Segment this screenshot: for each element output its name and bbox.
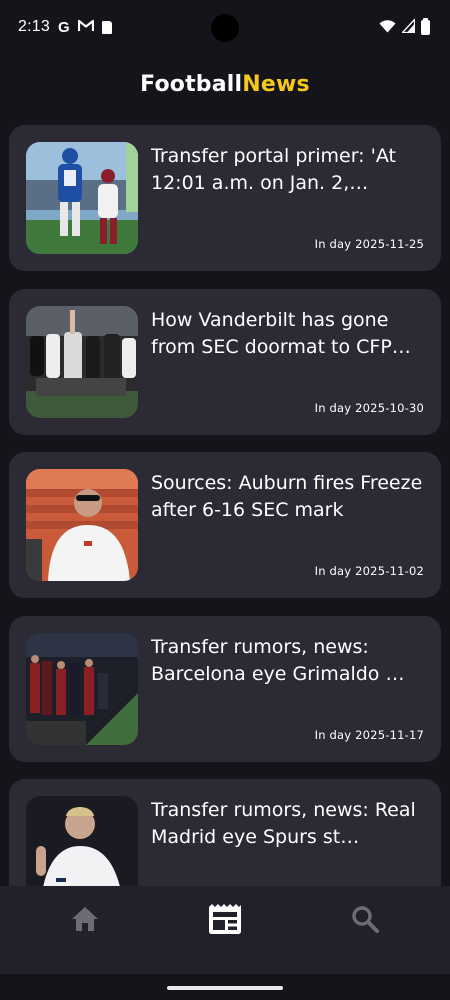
news-thumbnail <box>26 306 138 418</box>
nav-news-button[interactable] <box>150 886 300 956</box>
nav-search-button[interactable] <box>290 886 440 956</box>
news-card[interactable]: Transfer portal primer: 'At 12:01 a.m. o… <box>9 125 441 271</box>
news-title: Sources: Auburn fires Freeze after 6-16 … <box>151 472 423 521</box>
news-list[interactable]: Transfer portal primer: 'At 12:01 a.m. o… <box>9 125 441 886</box>
battery-icon <box>421 18 430 35</box>
search-icon <box>351 905 379 937</box>
wifi-icon <box>379 18 396 37</box>
news-title: Transfer rumors, news: Barcelona eye Gri… <box>151 636 405 685</box>
sd-card-icon <box>101 20 112 34</box>
app-title: FootballNews <box>0 72 450 97</box>
status-bar: 2:13 G <box>0 0 450 56</box>
nav-home-button[interactable] <box>10 886 160 956</box>
news-title: How Vanderbilt has gone from SEC doormat… <box>151 309 411 358</box>
news-card[interactable]: How Vanderbilt has gone from SEC doormat… <box>9 289 441 435</box>
status-left: 2:13 G <box>18 18 112 36</box>
gmail-icon <box>77 18 94 36</box>
news-card[interactable]: Transfer rumors, news: Barcelona eye Gri… <box>9 616 441 762</box>
news-title: Transfer portal primer: 'At 12:01 a.m. o… <box>151 145 396 194</box>
news-thumbnail <box>26 469 138 581</box>
app-title-part1: Football <box>140 72 243 97</box>
news-thumbnail <box>26 796 138 886</box>
news-date: In day 2025-10-30 <box>314 401 424 415</box>
news-thumbnail <box>26 633 138 745</box>
status-time: 2:13 <box>18 18 50 35</box>
news-date: In day 2025-11-17 <box>314 728 424 742</box>
news-thumbnail <box>26 142 138 254</box>
google-icon: G <box>57 18 70 36</box>
bottom-navigation <box>0 886 450 974</box>
home-icon <box>71 906 99 936</box>
camera-cutout <box>211 14 239 42</box>
news-card[interactable]: Transfer rumors, news: Real Madrid eye S… <box>9 779 441 886</box>
news-date: In day 2025-11-02 <box>314 564 424 578</box>
news-card[interactable]: Sources: Auburn fires Freeze after 6-16 … <box>9 452 441 598</box>
home-gesture-bar[interactable] <box>167 986 283 990</box>
news-date: In day 2025-11-25 <box>314 237 424 251</box>
app-title-part2: News <box>242 72 310 97</box>
news-title: Transfer rumors, news: Real Madrid eye S… <box>151 799 416 848</box>
newspaper-icon <box>207 903 243 939</box>
signal-icon <box>401 17 416 37</box>
app-screen: 2:13 G FootballNews Transfer portal prim… <box>0 0 450 1000</box>
status-right <box>379 17 430 37</box>
